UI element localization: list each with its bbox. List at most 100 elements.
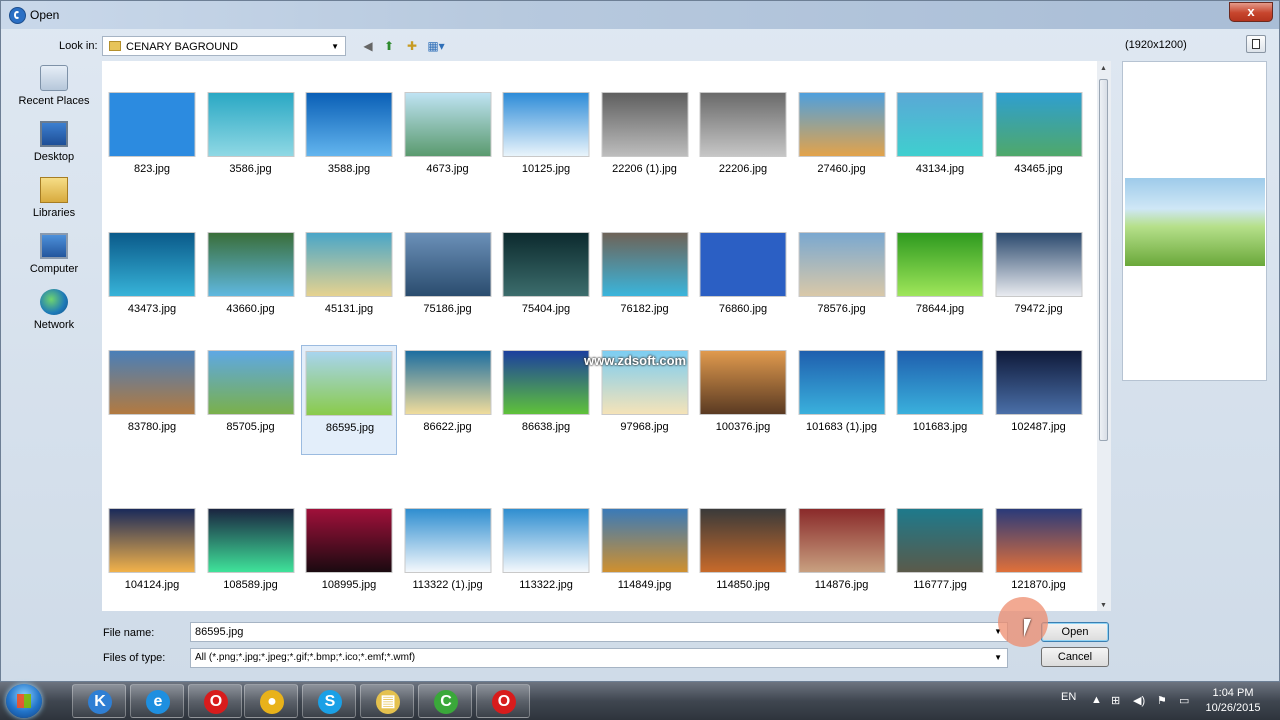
chrome-icon: ●	[260, 690, 284, 714]
file-thumbnail	[700, 233, 786, 296]
file-item[interactable]: 114876.jpg	[794, 503, 890, 611]
file-item[interactable]: 75404.jpg	[498, 227, 594, 337]
file-thumbnail	[405, 233, 490, 296]
libraries-icon	[40, 177, 68, 203]
file-item[interactable]: 86595.jpg	[301, 345, 397, 455]
volume-icon[interactable]: ◀)	[1133, 694, 1145, 707]
taskbar-button[interactable]: e	[130, 684, 184, 718]
file-item[interactable]: 4673.jpg	[400, 87, 496, 197]
file-name: 85705.jpg	[226, 421, 275, 433]
file-item[interactable]: 43134.jpg	[892, 87, 988, 197]
file-item[interactable]: 101683 (1).jpg	[794, 345, 890, 455]
taskbar-button[interactable]: C	[418, 684, 472, 718]
file-name: 45131.jpg	[324, 303, 374, 315]
file-item[interactable]: 85705.jpg	[203, 345, 299, 455]
place-item-network[interactable]: Network	[9, 285, 99, 337]
file-item[interactable]: 823.jpg	[104, 87, 200, 197]
file-item[interactable]: 43465.jpg	[991, 87, 1087, 197]
file-item[interactable]: 22206 (1).jpg	[597, 87, 693, 197]
file-item[interactable]: 3586.jpg	[203, 87, 299, 197]
file-name: 43473.jpg	[127, 303, 177, 315]
file-item[interactable]: 76860.jpg	[695, 227, 791, 337]
file-item[interactable]: 114849.jpg	[597, 503, 693, 611]
new-folder-icon[interactable]: ✚	[404, 39, 420, 53]
file-item[interactable]: 113322.jpg	[498, 503, 594, 611]
file-item[interactable]: 43473.jpg	[104, 227, 200, 337]
file-item[interactable]: 108995.jpg	[301, 503, 397, 611]
look-in-dropdown[interactable]: CENARY BAGROUND ▼	[102, 36, 346, 56]
close-button[interactable]: x	[1229, 2, 1273, 22]
file-item[interactable]: 27460.jpg	[794, 87, 890, 197]
file-item[interactable]: 10125.jpg	[498, 87, 594, 197]
taskbar-button[interactable]: O	[476, 684, 530, 718]
file-item[interactable]: 78576.jpg	[794, 227, 890, 337]
watermark: www.zdsoft.com	[584, 353, 687, 368]
file-item[interactable]: 104124.jpg	[104, 503, 200, 611]
file-thumbnail	[306, 93, 392, 156]
file-item[interactable]: 78644.jpg	[892, 227, 988, 337]
file-item[interactable]: 108589.jpg	[203, 503, 299, 611]
file-type-dropdown[interactable]: All (*.png;*.jpg;*.jpeg;*.gif;*.bmp;*.ic…	[190, 648, 1008, 668]
file-thumbnail	[405, 93, 490, 156]
file-name: 114849.jpg	[617, 579, 672, 591]
file-name: 43660.jpg	[226, 303, 275, 315]
file-item[interactable]: 113322 (1).jpg	[400, 503, 496, 611]
skype-icon: S	[318, 690, 342, 714]
scroll-up-icon[interactable]: ▲	[1100, 65, 1107, 72]
place-item-libraries[interactable]: Libraries	[9, 173, 99, 225]
file-item[interactable]: 102487.jpg	[991, 345, 1087, 455]
taskbar-button[interactable]: S	[302, 684, 356, 718]
open-button[interactable]: Open	[1041, 622, 1109, 642]
tray-expand-icon[interactable]: ▲	[1091, 694, 1102, 706]
file-item[interactable]: 76182.jpg	[597, 227, 693, 337]
vertical-scrollbar[interactable]: ▲ ▼	[1097, 61, 1111, 611]
network-tray-icon[interactable]: ▭	[1179, 694, 1189, 707]
file-item[interactable]: 22206.jpg	[695, 87, 791, 197]
file-name-input[interactable]: 86595.jpg ▼	[190, 622, 1008, 642]
place-label: Network	[33, 319, 75, 331]
file-item[interactable]: 86622.jpg	[400, 345, 496, 455]
cancel-button[interactable]: Cancel	[1041, 647, 1109, 667]
file-name: 86638.jpg	[521, 421, 571, 433]
file-item[interactable]: 79472.jpg	[991, 227, 1087, 337]
file-item[interactable]: 121870.jpg	[991, 503, 1087, 611]
file-item[interactable]: 75186.jpg	[400, 227, 496, 337]
app-icon	[9, 7, 26, 24]
language-indicator[interactable]: EN	[1061, 691, 1076, 703]
file-item[interactable]: 116777.jpg	[892, 503, 988, 611]
windows-flag-icon[interactable]: ⊞	[1111, 694, 1120, 707]
file-name: 86595.jpg	[325, 422, 375, 434]
file-item[interactable]: 83780.jpg	[104, 345, 200, 455]
taskbar-button[interactable]: O	[188, 684, 242, 718]
place-item-desktop[interactable]: Desktop	[9, 117, 99, 169]
taskbar-button[interactable]: ▤	[360, 684, 414, 718]
file-item[interactable]: 45131.jpg	[301, 227, 397, 337]
taskbar-button[interactable]: K	[72, 684, 126, 718]
system-clock[interactable]: 1:04 PM 10/26/2015	[1202, 686, 1264, 716]
preview-toggle-button[interactable]	[1246, 35, 1266, 53]
view-menu-icon[interactable]: ▦▾	[425, 39, 447, 53]
file-name: 823.jpg	[133, 163, 171, 175]
back-icon[interactable]: ◀	[360, 39, 376, 53]
scroll-down-icon[interactable]: ▼	[1100, 602, 1107, 609]
file-list-view[interactable]: 823.jpg 3586.jpg 3588.jpg 4673.jpg 10125.jpg…	[102, 61, 1097, 611]
place-item-computer[interactable]: Computer	[9, 229, 99, 281]
title-bar[interactable]: Open x	[1, 1, 1279, 29]
file-thumbnail	[109, 93, 195, 156]
file-type-value: All (*.png;*.jpg;*.jpeg;*.gif;*.bmp;*.ic…	[195, 652, 416, 663]
file-item[interactable]: 114850.jpg	[695, 503, 791, 611]
up-folder-icon[interactable]: ⬆	[381, 39, 397, 53]
scrollbar-thumb[interactable]	[1099, 79, 1108, 441]
file-name: 43465.jpg	[1014, 163, 1063, 175]
file-item[interactable]: 100376.jpg	[695, 345, 791, 455]
file-item[interactable]: 86638.jpg	[498, 345, 594, 455]
file-thumbnail	[897, 233, 983, 296]
file-item[interactable]: 101683.jpg	[892, 345, 988, 455]
start-button[interactable]	[6, 684, 42, 718]
file-item[interactable]: 3588.jpg	[301, 87, 397, 197]
taskbar-button[interactable]: ●	[244, 684, 298, 718]
place-item-recent-places[interactable]: Recent Places	[9, 61, 99, 113]
file-item[interactable]: 43660.jpg	[203, 227, 299, 337]
action-center-icon[interactable]: ⚑	[1157, 694, 1167, 707]
desktop-icon	[40, 121, 68, 147]
